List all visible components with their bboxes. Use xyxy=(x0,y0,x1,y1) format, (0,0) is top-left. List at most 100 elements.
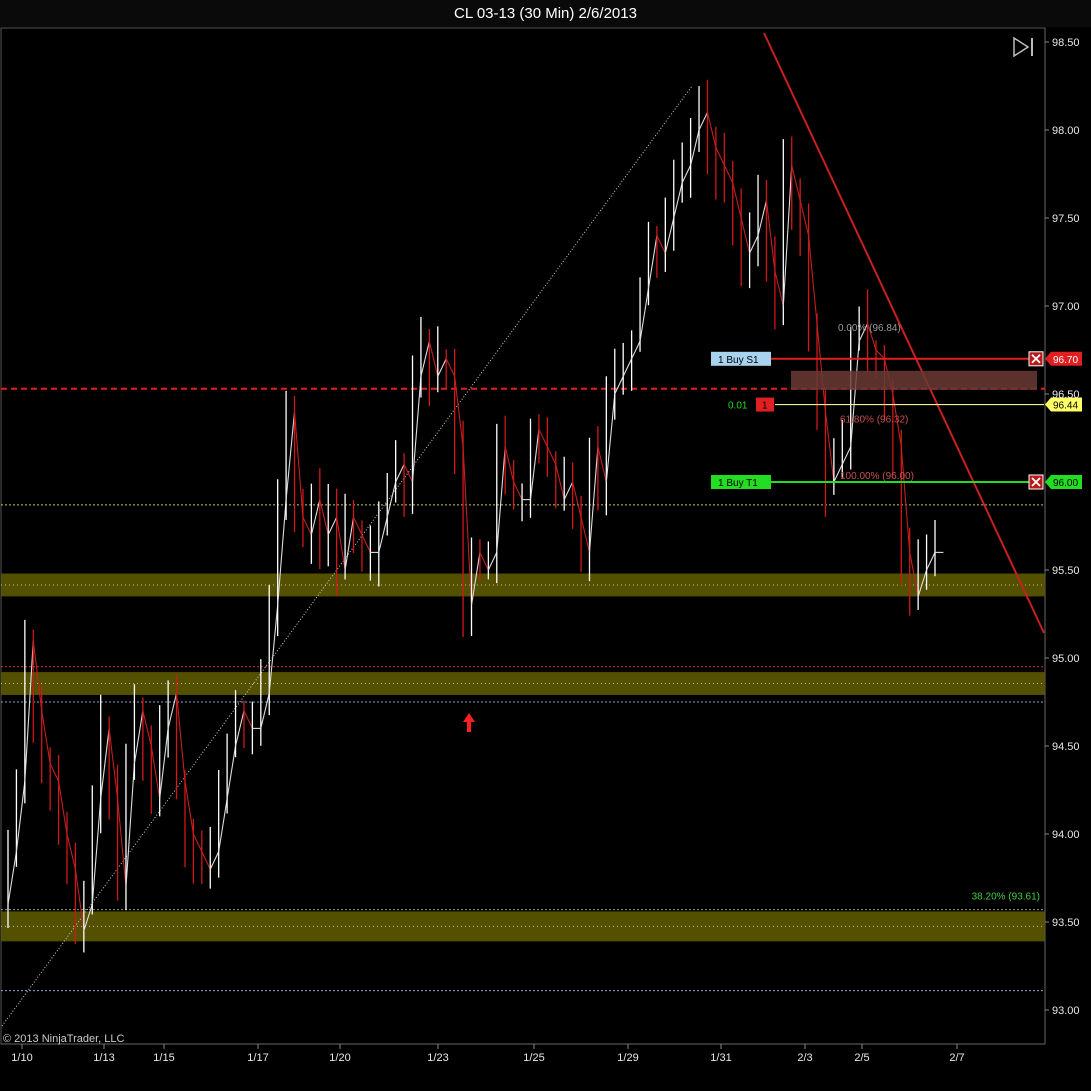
price-segment xyxy=(824,411,835,483)
price-segment xyxy=(639,288,650,342)
support-zones xyxy=(1,573,1045,942)
trendline[interactable] xyxy=(763,32,1045,634)
price-segment xyxy=(588,446,599,553)
price-segment xyxy=(100,728,110,799)
price-segment xyxy=(723,164,734,184)
price-tick-9: 93.50 xyxy=(1052,917,1080,929)
price-segment xyxy=(656,235,666,254)
price-segment xyxy=(302,516,312,536)
price-segment xyxy=(572,481,582,518)
fib-label-0: 0.00% (96.84) xyxy=(838,323,901,334)
fib-label-3: 38.20% (93.61) xyxy=(972,892,1040,903)
price-segment xyxy=(850,341,860,447)
price-segment xyxy=(563,481,574,500)
price-segment xyxy=(496,446,506,553)
price-segment xyxy=(479,552,489,571)
price-segment xyxy=(175,693,186,782)
price-segment xyxy=(310,499,321,535)
price-segment xyxy=(841,446,852,465)
price-segment xyxy=(133,710,144,764)
price-segment xyxy=(403,464,414,483)
price-segment xyxy=(664,217,675,254)
price-tick-8: 94.00 xyxy=(1052,829,1080,841)
fib-label-2: 100.00% (96.00) xyxy=(840,471,914,482)
time-tick-4: 1/20 xyxy=(329,1052,350,1064)
buy-t1-label: 1 Buy T1 xyxy=(718,478,758,489)
price-segment xyxy=(437,358,447,377)
price-segment xyxy=(41,710,51,764)
skip-to-end-icon[interactable] xyxy=(1013,36,1033,58)
price-segment xyxy=(740,217,751,254)
price-segment xyxy=(546,446,557,465)
time-tick-8: 1/31 xyxy=(710,1052,731,1064)
price-tick-6: 95.00 xyxy=(1052,653,1080,665)
price-segment xyxy=(117,798,127,887)
price-segment xyxy=(749,235,759,254)
time-tick-7: 1/29 xyxy=(617,1052,638,1064)
buy-s1-price-tag: 96.70 xyxy=(1045,351,1082,366)
position-pnl: 0.01 xyxy=(728,401,748,412)
position-qty: 1 xyxy=(762,401,768,412)
price-segment xyxy=(647,235,658,289)
price-segment xyxy=(774,270,784,307)
price-segment xyxy=(605,393,616,483)
price-tick-3: 97.00 xyxy=(1052,301,1080,313)
copyright-text: © 2013 NinjaTrader, LLC xyxy=(3,1033,124,1045)
price-segment xyxy=(555,464,565,500)
position-price-text: 96.44 xyxy=(1053,401,1078,412)
price-segment xyxy=(167,693,178,729)
plot-area-border xyxy=(0,27,1046,1045)
price-segment xyxy=(420,341,430,377)
price-chart[interactable]: 1 Buy S1 96.70 1 Buy T1 96.00 0.01 1 96.44 0.0… xyxy=(0,0,1091,1091)
price-segment xyxy=(108,728,119,799)
price-segment xyxy=(243,710,253,729)
price-segment xyxy=(808,235,818,324)
price-segment xyxy=(580,517,591,553)
price-segment xyxy=(791,165,801,201)
position-qty-box[interactable]: 1 xyxy=(756,397,774,412)
price-segment xyxy=(260,693,270,729)
buy-t1-price-text: 96.00 xyxy=(1053,478,1078,489)
price-segment xyxy=(732,182,742,219)
cancel-t1-icon[interactable] xyxy=(1028,474,1044,490)
price-segment xyxy=(538,428,548,448)
price-segment xyxy=(353,516,363,536)
price-segment xyxy=(15,781,26,852)
price-segment xyxy=(765,200,776,271)
price-segment xyxy=(235,710,245,747)
buy-s1-label: 1 Buy S1 xyxy=(718,355,759,366)
price-segment xyxy=(799,200,810,236)
buy-t1-tag[interactable]: 1 Buy T1 xyxy=(711,475,771,489)
stop-range-box xyxy=(791,370,1037,390)
price-segment xyxy=(361,534,371,553)
price-tick-10: 93.00 xyxy=(1052,1005,1080,1017)
price-segment xyxy=(125,763,135,887)
price-segment xyxy=(285,411,296,500)
price-tick-1: 98.00 xyxy=(1052,125,1080,137)
time-tick-1: 1/13 xyxy=(93,1052,114,1064)
price-segment xyxy=(159,728,169,799)
price-segment xyxy=(926,552,936,571)
price-segment xyxy=(91,798,102,905)
price-segment xyxy=(378,517,388,553)
time-tick-10: 2/5 xyxy=(854,1052,869,1064)
price-segment xyxy=(24,640,34,782)
price-segment xyxy=(681,164,692,184)
price-segment xyxy=(344,517,355,571)
price-segment xyxy=(698,112,708,131)
price-segment xyxy=(192,833,203,852)
price-segment xyxy=(293,411,304,518)
price-segment xyxy=(150,745,161,799)
buy-s1-tag[interactable]: 1 Buy S1 xyxy=(711,351,771,366)
cancel-s1-icon[interactable] xyxy=(1028,351,1044,367)
downtrend-line[interactable] xyxy=(763,32,1045,634)
price-series xyxy=(7,79,944,953)
price-segment xyxy=(513,481,523,500)
price-segment xyxy=(706,112,717,148)
time-tick-3: 1/17 xyxy=(247,1052,268,1064)
price-tick-5: 95.50 xyxy=(1052,565,1080,577)
price-segment xyxy=(782,165,793,307)
price-segment xyxy=(411,376,422,483)
price-segment xyxy=(336,517,346,571)
price-segment xyxy=(816,323,826,412)
